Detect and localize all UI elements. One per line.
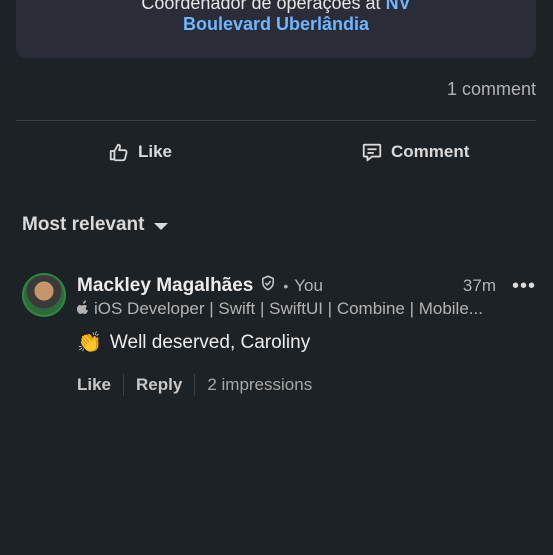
chevron-down-icon: [154, 222, 169, 230]
divider: [123, 374, 125, 396]
company-link-start[interactable]: NV: [386, 0, 411, 13]
more-dots-icon[interactable]: •••: [512, 276, 536, 296]
comment-header: Mackley Magalhães • You 37m •••: [77, 274, 536, 297]
card-text-prefix: Coordenador de operações at: [141, 0, 381, 13]
comment-actions: Like Reply 2 impressions: [77, 374, 312, 396]
comment-author[interactable]: Mackley Magalhães: [77, 275, 253, 297]
comment-count[interactable]: 1 comment: [447, 79, 536, 100]
divider: [16, 120, 536, 121]
like-button[interactable]: Like: [108, 140, 172, 164]
like-label: Like: [138, 142, 173, 161]
comment-button[interactable]: Comment: [361, 140, 469, 164]
avatar[interactable]: [22, 273, 66, 317]
clapping-hands-icon: 👏: [77, 332, 102, 354]
author-headline: iOS Developer | Swift | SwiftUI | Combin…: [76, 299, 483, 319]
post-card-bottom: Coordenador de operações at NV Boulevard…: [16, 0, 536, 58]
verified-shield-icon: [259, 274, 277, 297]
thumbs-up-icon: [108, 141, 130, 163]
card-text-line: Coordenador de operações at NV: [16, 0, 536, 14]
comment-like-button[interactable]: Like: [77, 375, 111, 395]
relation-label: You: [294, 275, 323, 295]
company-link[interactable]: Boulevard Uberlândia: [16, 14, 536, 35]
headline-text: iOS Developer | Swift | SwiftUI | Combin…: [94, 299, 483, 318]
comment-label: Comment: [391, 142, 470, 161]
sort-label: Most relevant: [22, 214, 145, 235]
sort-dropdown[interactable]: Most relevant: [22, 214, 169, 236]
separator-dot: •: [283, 277, 289, 294]
divider: [194, 374, 196, 396]
impressions-count[interactable]: 2 impressions: [207, 375, 312, 395]
comment-time: 37m: [462, 275, 496, 295]
comment-text: Well deserved, Caroliny: [109, 331, 311, 353]
apple-icon: [76, 299, 90, 319]
comment-body: 👏 Well deserved, Caroliny: [77, 330, 310, 355]
reply-button[interactable]: Reply: [136, 375, 182, 395]
comment-bubble-icon: [361, 141, 383, 163]
